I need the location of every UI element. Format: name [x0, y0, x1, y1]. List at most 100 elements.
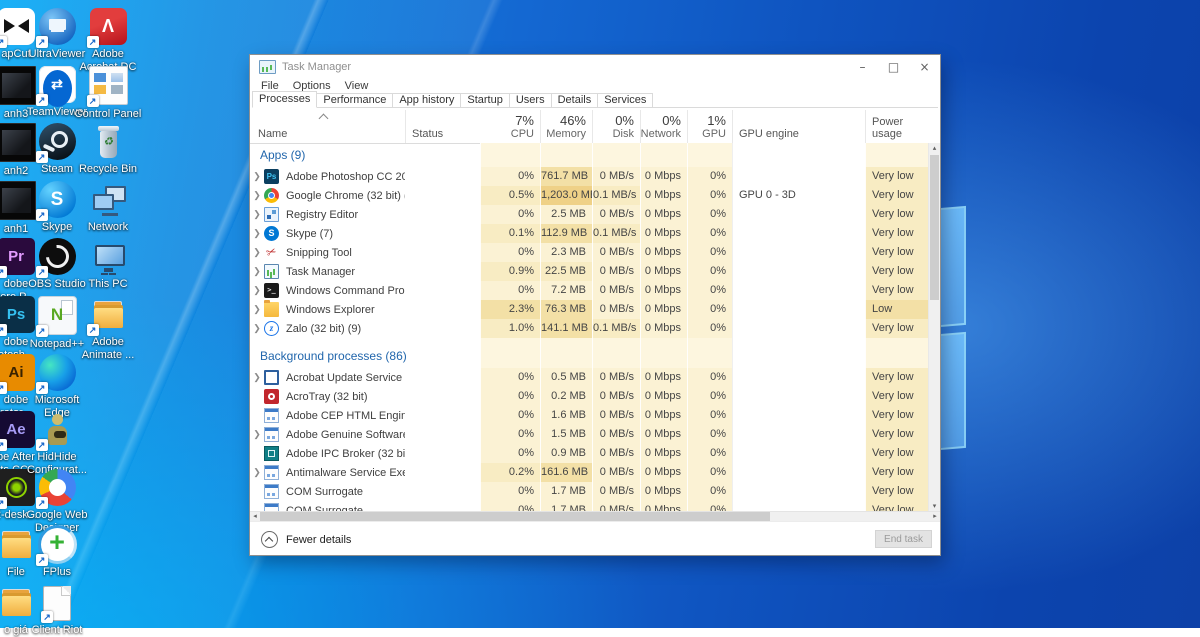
process-row[interactable]: ❯Adobe Genuine Software Servic...0%1.5 M…: [250, 425, 928, 444]
process-name: Skype (7): [286, 228, 333, 240]
column-header-power-usage[interactable]: Power usage: [865, 110, 928, 143]
tab-details[interactable]: Details: [551, 93, 599, 107]
column-header-gpu-engine[interactable]: GPU engine: [732, 110, 865, 143]
desktop-icon-recycle-bin[interactable]: ♻Recycle Bin: [63, 123, 153, 176]
column-header-memory[interactable]: 46%Memory: [540, 110, 592, 143]
scroll-right-icon[interactable]: ▸: [930, 512, 940, 521]
vertical-scrollbar[interactable]: ▴ ▾: [928, 143, 940, 512]
cell-gpu-engine: [732, 205, 865, 224]
cell-gpu-engine: GPU 0 - 3D: [732, 186, 865, 205]
column-header-status[interactable]: Status: [405, 110, 480, 143]
horizontal-scrollbar[interactable]: ◂ ▸: [250, 511, 940, 521]
photoshop-icon: Ps: [264, 169, 279, 184]
cell-status: [405, 482, 480, 501]
fewer-details-toggle[interactable]: Fewer details: [261, 531, 351, 548]
maximize-button[interactable]: □: [878, 55, 909, 79]
process-row[interactable]: Adobe IPC Broker (32 bit)0%0.9 MB0 MB/s0…: [250, 444, 928, 463]
process-row[interactable]: ❯Google Chrome (32 bit) (18)0.5%1,203.0 …: [250, 186, 928, 205]
cell-status: [405, 205, 480, 224]
column-header-gpu[interactable]: 1%GPU: [687, 110, 732, 143]
process-row[interactable]: ❯>_Windows Command Processor ...0%7.2 MB…: [250, 281, 928, 300]
tab-performance[interactable]: Performance: [316, 93, 393, 107]
controlpanel-icon: ↗: [89, 66, 128, 105]
process-row[interactable]: ❯Registry Editor0%2.5 MB0 MB/s0 Mbps0%Ve…: [250, 205, 928, 224]
expand-chevron-icon[interactable]: ❯: [250, 304, 264, 315]
cell-network: 0 Mbps: [640, 243, 687, 262]
process-row[interactable]: ❯Task Manager0.9%22.5 MB0 MB/s0 Mbps0%Ve…: [250, 262, 928, 281]
process-row[interactable]: ❯PsAdobe Photoshop CC 2018 (12)0%761.7 M…: [250, 167, 928, 186]
section-header[interactable]: Apps (9): [250, 143, 928, 167]
shortcut-arrow-icon: ↗: [36, 497, 48, 509]
expand-chevron-icon[interactable]: ❯: [250, 228, 264, 239]
scroll-left-icon[interactable]: ◂: [250, 512, 260, 521]
cell-status: [405, 319, 480, 338]
cell-network: 0 Mbps: [640, 205, 687, 224]
title-bar[interactable]: Task Manager – □ ×: [250, 55, 940, 79]
desktop-icon-control-panel[interactable]: ↗Control Panel: [63, 66, 153, 121]
expand-chevron-icon[interactable]: ❯: [250, 266, 264, 277]
expand-chevron-icon[interactable]: ❯: [250, 285, 264, 296]
shortcut-arrow-icon: ↗: [0, 266, 7, 278]
process-name: AcroTray (32 bit): [286, 391, 368, 403]
expand-chevron-icon[interactable]: ❯: [250, 209, 264, 220]
desktop-icon-fplus[interactable]: +↗FPlus: [12, 526, 102, 579]
cell-memory: 112.9 MB: [540, 224, 592, 243]
process-row[interactable]: ❯zZalo (32 bit) (9)1.0%141.1 MB0.1 MB/s0…: [250, 319, 928, 338]
desktop-icon-adobe-acrobat-dc[interactable]: Λ↗AdobeAcrobat DC: [63, 8, 153, 74]
cell-memory: 2.3 MB: [540, 243, 592, 262]
scroll-up-icon[interactable]: ▴: [929, 143, 940, 154]
cell-gpu: 0%: [687, 319, 732, 338]
cell-network: 0 Mbps: [640, 300, 687, 319]
expand-chevron-icon[interactable]: ❯: [250, 190, 264, 201]
cell-network: 0 Mbps: [640, 167, 687, 186]
cell-status: [405, 224, 480, 243]
section-header[interactable]: Background processes (86): [250, 344, 928, 368]
tab-services[interactable]: Services: [597, 93, 653, 107]
column-header-name[interactable]: Name: [250, 110, 405, 143]
process-name: Task Manager: [286, 266, 355, 278]
desktop-icon-microsoft-edge[interactable]: ↗MicrosoftEdge: [12, 354, 102, 420]
shortcut-arrow-icon: ↗: [36, 94, 48, 106]
column-header-network[interactable]: 0%Network: [640, 110, 687, 143]
task-manager-window: Task Manager – □ × FileOptionsView Proce…: [250, 55, 940, 555]
tab-startup[interactable]: Startup: [460, 93, 509, 107]
tab-app-history[interactable]: App history: [392, 93, 461, 107]
process-row[interactable]: COM Surrogate0%1.7 MB0 MB/s0 Mbps0%Very …: [250, 482, 928, 501]
winframe-icon: [264, 370, 279, 385]
desktop-icon-hidhide-configurat[interactable]: ↗HidHideConfigurat...: [12, 411, 102, 477]
process-row[interactable]: ❯Acrobat Update Service (32 bit)0%0.5 MB…: [250, 368, 928, 387]
column-header-row: Name Status 7%CPU46%Memory0%Disk0%Networ…: [250, 110, 928, 144]
cell-gpu-engine: [732, 167, 865, 186]
expand-chevron-icon[interactable]: ❯: [250, 429, 264, 440]
network-icon: [90, 181, 127, 218]
process-row[interactable]: ❯Antimalware Service Executable0.2%161.6…: [250, 463, 928, 482]
cell-memory: 22.5 MB: [540, 262, 592, 281]
desktop-icon-adobe-animate[interactable]: ↗AdobeAnimate ...: [63, 296, 153, 362]
desktop-icon-client-riot[interactable]: ↗Client Riot: [12, 584, 102, 637]
expand-chevron-icon[interactable]: ❯: [250, 323, 264, 334]
horizontal-scrollbar-thumb[interactable]: [260, 512, 770, 521]
vertical-scrollbar-thumb[interactable]: [930, 155, 939, 300]
process-name: Registry Editor: [286, 209, 358, 221]
process-row[interactable]: ❯✂Snipping Tool0%2.3 MB0 MB/s0 Mbps0%Ver…: [250, 243, 928, 262]
cell-power-usage: Very low: [865, 425, 928, 444]
desktop-icon-network[interactable]: Network: [63, 181, 153, 234]
process-row[interactable]: AcroTray (32 bit)0%0.2 MB0 MB/s0 Mbps0%V…: [250, 387, 928, 406]
minimize-button[interactable]: –: [847, 55, 878, 79]
column-header-cpu[interactable]: 7%CPU: [480, 110, 540, 143]
close-button[interactable]: ×: [909, 55, 940, 79]
expand-chevron-icon[interactable]: ❯: [250, 171, 264, 182]
cell-status: [405, 281, 480, 300]
process-row[interactable]: Adobe CEP HTML Engine0%1.6 MB0 MB/s0 Mbp…: [250, 406, 928, 425]
tab-users[interactable]: Users: [509, 93, 552, 107]
desktop-icon-this-pc[interactable]: This PC: [63, 238, 153, 291]
expand-chevron-icon[interactable]: ❯: [250, 467, 264, 478]
tab-processes[interactable]: Processes: [252, 91, 317, 108]
process-row[interactable]: ❯Windows Explorer2.3%76.3 MB0 MB/s0 Mbps…: [250, 300, 928, 319]
process-row[interactable]: ❯SSkype (7)0.1%112.9 MB0.1 MB/s0 Mbps0%V…: [250, 224, 928, 243]
expand-chevron-icon[interactable]: ❯: [250, 372, 264, 383]
column-header-disk[interactable]: 0%Disk: [592, 110, 640, 143]
end-task-button[interactable]: End task: [875, 530, 932, 548]
taskmgr-icon: [264, 264, 279, 279]
cell-network: 0 Mbps: [640, 387, 687, 406]
